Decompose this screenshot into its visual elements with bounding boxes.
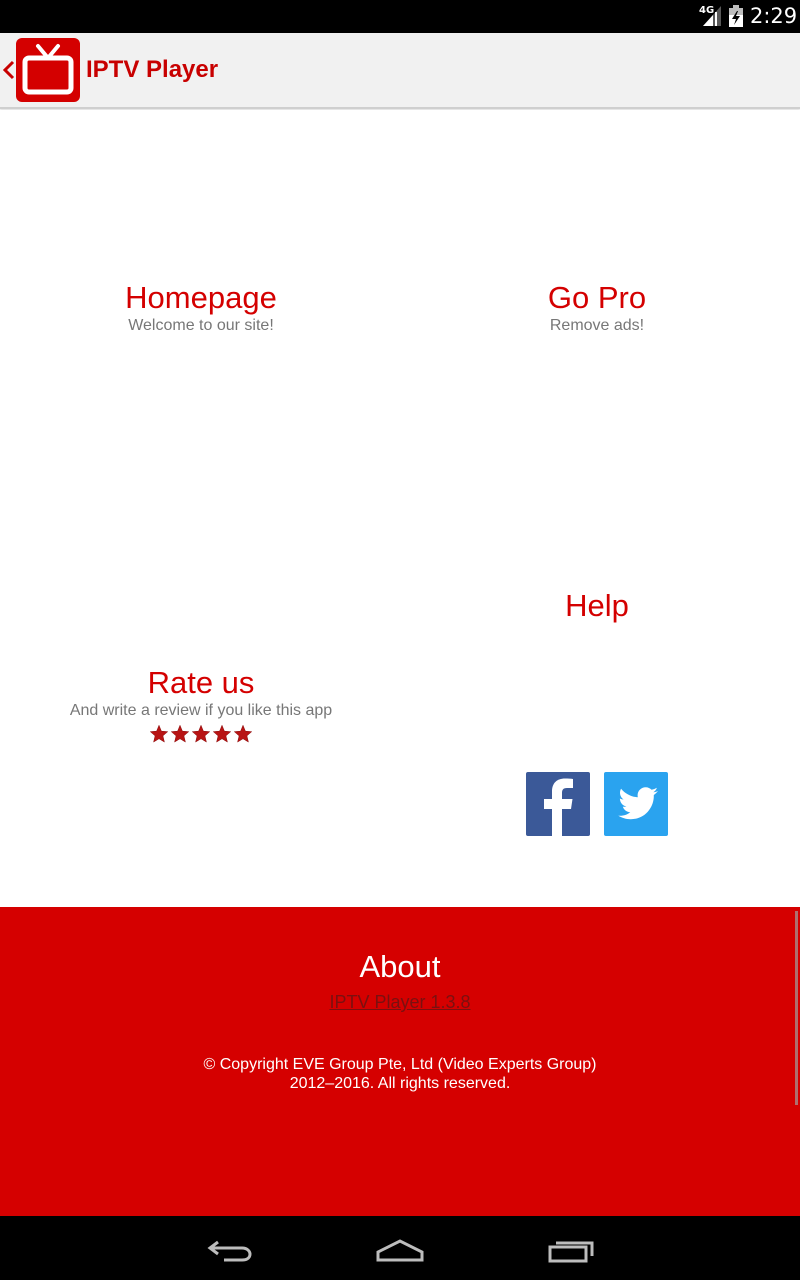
signal-icon: 4G [699,5,723,27]
chevron-left-icon[interactable] [2,59,16,81]
action-bar: IPTV Player [0,33,800,109]
homepage-tile[interactable]: Homepage Welcome to our site! [2,280,400,336]
homepage-subtitle: Welcome to our site! [128,317,274,334]
star-icon [212,724,232,743]
about-title: About [359,949,441,984]
copyright-line-2: 2012–2016. All rights reserved. [289,1075,511,1092]
rate-us-tile[interactable]: Rate us And write a review if you like t… [2,665,400,744]
star-icon [170,724,190,743]
app-title: IPTV Player [86,56,219,83]
help-title: Help [565,588,629,623]
twitter-icon [618,787,658,820]
star-icon [149,724,169,743]
version-link[interactable]: IPTV Player 1.3.8 [0,992,800,1013]
facebook-button[interactable] [526,772,590,836]
homepage-title: Homepage [125,280,277,315]
recent-apps-icon [548,1241,594,1263]
copyright-text: © Copyright EVE Group Pte, Ltd (Video Ex… [0,1055,800,1093]
back-button[interactable] [202,1232,258,1266]
about-section: About IPTV Player 1.3.8 © Copyright EVE … [0,907,800,1216]
home-icon [376,1239,424,1262]
rating-stars [2,724,400,744]
twitter-button[interactable] [604,772,668,836]
home-button[interactable] [372,1232,428,1266]
go-pro-tile[interactable]: Go Pro Remove ads! [398,280,796,336]
go-pro-subtitle: Remove ads! [549,317,645,334]
recent-apps-button[interactable] [544,1232,600,1266]
help-tile[interactable]: Help [398,588,796,624]
back-arrow-icon [207,1240,252,1262]
rate-us-subtitle: And write a review if you like this app [69,702,333,719]
go-pro-title: Go Pro [547,280,647,315]
main-content: Homepage Welcome to our site! Go Pro Rem… [0,110,800,907]
rate-us-title: Rate us [147,665,255,700]
copyright-line-1: © Copyright EVE Group Pte, Ltd (Video Ex… [203,1056,597,1073]
facebook-icon [544,778,573,836]
star-icon [191,724,211,743]
tv-icon[interactable] [16,38,80,102]
status-bar: 4G 2:29 [0,0,800,33]
star-icon [233,724,253,743]
battery-icon [729,5,743,27]
status-time: 2:29 [750,4,798,28]
navigation-bar [0,1216,800,1280]
